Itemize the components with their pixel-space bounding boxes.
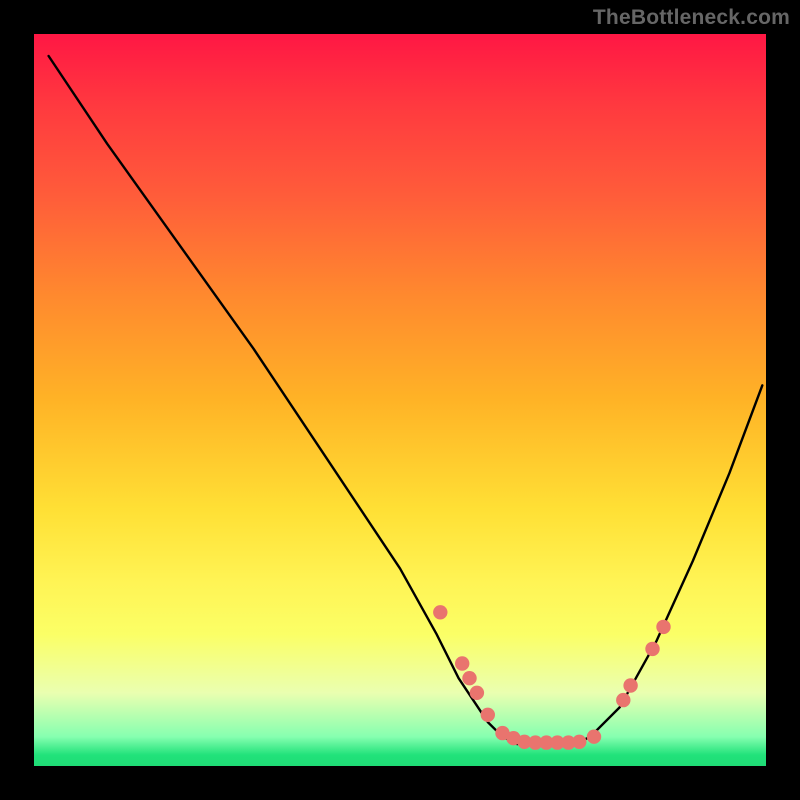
bottleneck-curve [49,56,763,744]
marker-dot [656,620,670,634]
plot-area [34,34,766,766]
marker-dot [587,730,601,744]
chart-svg [34,34,766,766]
chart-frame: TheBottleneck.com [0,0,800,800]
marker-dot [470,686,484,700]
marker-dot [572,735,586,749]
marker-dot [455,656,469,670]
marker-dot [645,642,659,656]
marker-dot [481,708,495,722]
marker-dot [462,671,476,685]
marker-dot [433,605,447,619]
watermark-label: TheBottleneck.com [593,6,790,30]
marker-dot [616,693,630,707]
marker-dot [623,678,637,692]
